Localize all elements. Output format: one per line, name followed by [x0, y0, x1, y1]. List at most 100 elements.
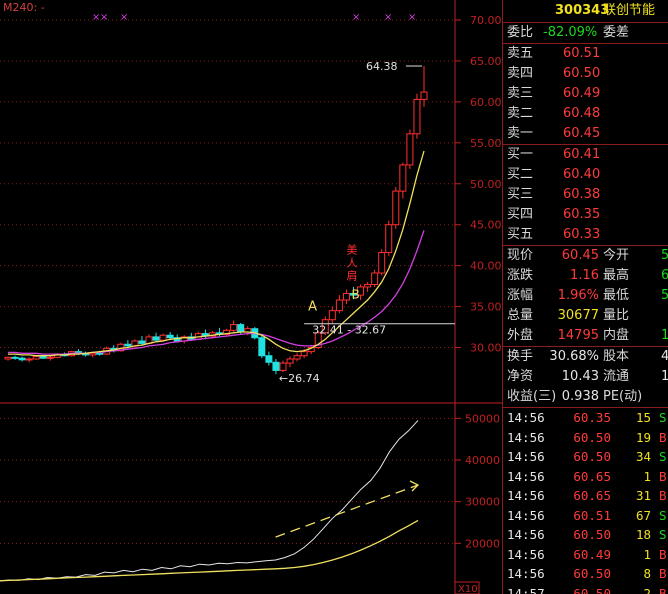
tick-side: S [659, 527, 667, 542]
tick-row: 14:56 60.35 15 S [503, 408, 668, 428]
multiplier-label: X10 [458, 584, 478, 594]
weibi-row: 委比 -82.09% 委差 [503, 23, 668, 43]
candle-body [420, 91, 428, 100]
vertical-annotation-char: 肩 [346, 268, 357, 282]
sell-level: 卖一 60.45 [503, 124, 668, 144]
stat-row: 换手 30.68% 股本 40 [503, 347, 668, 367]
volume-tick-label: 50000 [465, 412, 500, 425]
level-price: 60.51 [563, 46, 601, 61]
tick-time: 14:56 [507, 527, 545, 542]
tick-price: 60.35 [573, 410, 611, 425]
stat-label-2: 股本 [603, 349, 630, 364]
tick-row: 14:56 60.49 1 B [503, 545, 668, 565]
weibi-label: 委比 [507, 25, 534, 40]
dashed-trendline [275, 484, 419, 538]
stat-value-2: 40 [661, 347, 668, 367]
tick-time: 14:56 [507, 566, 545, 581]
candle-body [25, 358, 33, 361]
tick-volume: 8 [643, 566, 651, 581]
tick-row: 14:56 60.65 1 B [503, 467, 668, 487]
tick-list[interactable]: 14:56 60.35 15 S 14:56 60.50 19 B 14:56 60.50 34 S 1… [503, 408, 668, 594]
quote-label-2: 量比 [603, 308, 630, 323]
tick-row: 14:56 60.65 31 B [503, 486, 668, 506]
candle-body [166, 334, 174, 339]
quote-value: 14795 [557, 328, 599, 343]
fundamental-stats: 换手30.68%股本40净资10.43流通10收益(三)0.938PE(动) [503, 347, 668, 407]
level-label: 卖四 [507, 66, 534, 81]
stat-value-2: 10 [661, 367, 668, 387]
tick-side: B [659, 585, 667, 594]
candle-body [399, 164, 407, 192]
quote-label: 涨幅 [507, 288, 534, 303]
level-price: 60.41 [563, 147, 601, 162]
tick-time: 14:56 [507, 507, 545, 523]
quote-label: 总量 [507, 308, 534, 323]
tick-row: 14:56 60.50 8 B [503, 564, 668, 584]
price-tick-label: 55.00 [470, 137, 502, 150]
quote-panel: 300343 联创节能 委比 -82.09% 委差 卖五 60.51 卖四 60.50… [502, 0, 668, 594]
sell-level: 卖二 60.48 [503, 104, 668, 124]
candle-body [272, 361, 280, 371]
level-price: 60.33 [563, 227, 601, 242]
quote-row: 现价 60.45 今开 5 [503, 246, 668, 266]
price-tick-label: 60.00 [470, 96, 502, 109]
low-price-label: ←26.74 [279, 372, 320, 385]
quote-label-2: 最高 [603, 268, 630, 283]
level-price: 60.35 [563, 207, 601, 222]
level-label: 买二 [507, 167, 534, 182]
quote-stats: 现价 60.45 今开 5 涨跌 1.16 最高 6 涨幅 1.96% 最低 5 总量 30677 量比外盘… [503, 246, 668, 346]
candle-body [124, 343, 132, 347]
indicator-line-yellow [0, 519, 419, 582]
event-marker: × [100, 12, 108, 23]
tick-volume: 19 [635, 429, 651, 445]
level-label: 卖二 [507, 106, 534, 121]
quote-value: 1.96% [557, 288, 599, 303]
stock-name: 联创节能 [603, 3, 656, 18]
candle-body [138, 340, 146, 344]
quote-row: 总量 30677 量比 [503, 306, 668, 326]
stat-value: 30.68% [549, 349, 599, 364]
tick-price: 60.50 [573, 566, 611, 581]
volume-axis: 50000 40000 30000 20000 X10 [454, 412, 500, 594]
candle-body [11, 356, 19, 359]
quote-value: 60.45 [561, 248, 599, 263]
candle-body [230, 324, 238, 331]
level-price: 60.50 [563, 66, 601, 81]
tick-volume: 34 [635, 449, 651, 464]
candle-body [18, 357, 26, 361]
indicator-label: M240: - [3, 1, 45, 14]
stock-code: 300343 [555, 3, 610, 18]
candle-body [279, 362, 287, 371]
tick-volume: 15 [635, 410, 651, 425]
candle-body [237, 324, 245, 333]
tick-row: 14:56 60.50 19 B [503, 428, 668, 448]
range-label: 32.41 - 32.67 [312, 324, 386, 337]
candle-body [342, 292, 350, 301]
tick-side: S [659, 410, 667, 425]
tick-side: B [659, 468, 667, 484]
tick-time: 14:56 [507, 488, 545, 503]
tick-side: S [659, 449, 667, 464]
tick-row: 14:56 60.50 18 S [503, 525, 668, 545]
candle-body [406, 133, 414, 166]
event-marker: × [384, 12, 392, 23]
candle-body [300, 351, 308, 357]
candle-body [46, 356, 54, 359]
candle-body [286, 358, 294, 364]
kline-chart[interactable]: 70.00 65.00 60.00 55.00 50.00 45.00 40.00 35.00… [0, 0, 502, 594]
chart-grid [0, 0, 502, 594]
tick-side: B [659, 429, 667, 445]
buy-level: 买五 60.33 [503, 225, 668, 245]
sell-level: 卖四 60.50 [503, 64, 668, 84]
stat-row: 收益(三) 0.938 PE(动) [503, 387, 668, 407]
quote-row: 外盘 14795 内盘 1 [503, 326, 668, 346]
tick-price: 60.49 [573, 546, 611, 562]
price-tick-label: 30.00 [470, 342, 502, 355]
buy-level: 买一 60.41 [503, 145, 668, 165]
quote-value: 1.16 [570, 268, 599, 283]
candle-body [371, 272, 379, 285]
price-tick-label: 70.00 [470, 14, 502, 27]
candle-body [328, 310, 336, 321]
tick-row: 14:56 60.50 34 S [503, 447, 668, 467]
price-tick-label: 40.00 [470, 260, 502, 273]
